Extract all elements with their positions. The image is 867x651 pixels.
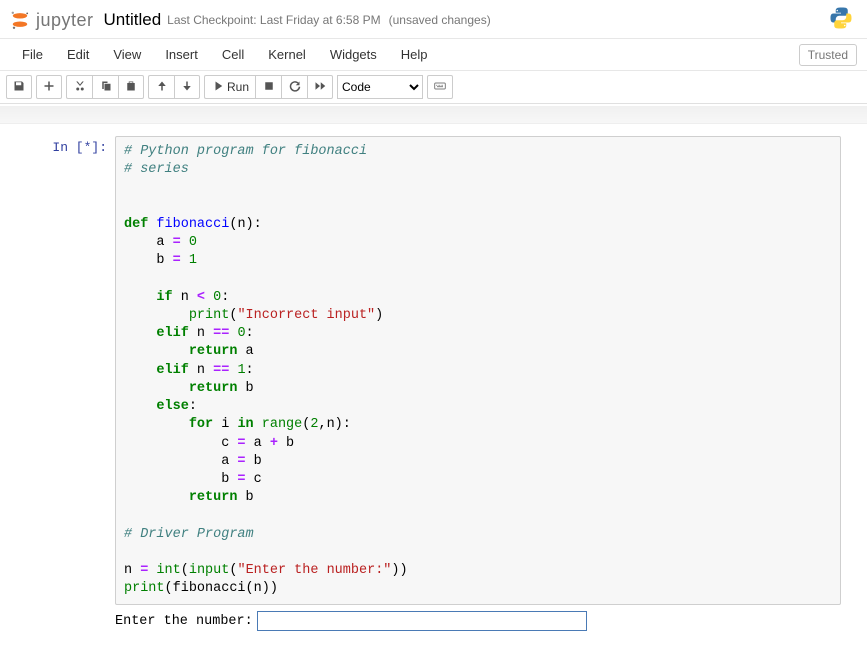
restart-kernel-button[interactable] <box>281 75 307 99</box>
cell-output-row: Enter the number: <box>0 611 867 631</box>
notebook-shadow <box>0 106 867 124</box>
interrupt-kernel-button[interactable] <box>255 75 281 99</box>
menu-help[interactable]: Help <box>389 41 440 68</box>
jupyter-logo-text: jupyter <box>36 10 94 31</box>
menu-view[interactable]: View <box>101 41 153 68</box>
python-kernel-icon[interactable] <box>829 6 853 34</box>
run-label: Run <box>227 80 249 94</box>
copy-cell-button[interactable] <box>92 75 118 99</box>
trusted-indicator[interactable]: Trusted <box>799 44 857 66</box>
plus-icon <box>43 80 55 95</box>
stdin-input[interactable] <box>257 611 587 631</box>
jupyter-icon <box>8 8 32 32</box>
notebook-container: In [*]: # Python program for fibonacci #… <box>0 124 867 651</box>
cut-cell-button[interactable] <box>66 75 92 99</box>
run-cell-button[interactable]: Run <box>204 75 255 99</box>
arrow-down-icon <box>181 80 193 95</box>
move-cell-up-button[interactable] <box>148 75 174 99</box>
menu-edit[interactable]: Edit <box>55 41 101 68</box>
menu-widgets[interactable]: Widgets <box>318 41 389 68</box>
toolbar: Run Code <box>0 71 867 104</box>
code-cell[interactable]: In [*]: # Python program for fibonacci #… <box>0 136 867 605</box>
command-palette-button[interactable] <box>427 75 453 99</box>
stdin-prompt-text: Enter the number: <box>115 614 253 629</box>
notebook-header: jupyter Untitled Last Checkpoint: Last F… <box>0 0 867 38</box>
menu-cell[interactable]: Cell <box>210 41 256 68</box>
checkpoint-status: Last Checkpoint: Last Friday at 6:58 PM <box>167 13 380 27</box>
jupyter-logo[interactable]: jupyter <box>8 8 94 32</box>
copy-icon <box>100 80 112 95</box>
restart-icon <box>289 80 301 95</box>
insert-cell-button[interactable] <box>36 75 62 99</box>
code-editor[interactable]: # Python program for fibonacci # series … <box>115 136 841 605</box>
paste-icon <box>125 80 137 95</box>
fast-forward-icon <box>314 80 326 95</box>
input-prompt: In [*]: <box>0 136 115 155</box>
menu-file[interactable]: File <box>10 41 55 68</box>
autosave-status: (unsaved changes) <box>389 13 491 27</box>
cell-type-select[interactable]: Code <box>337 75 423 99</box>
restart-run-all-button[interactable] <box>307 75 333 99</box>
paste-cell-button[interactable] <box>118 75 144 99</box>
run-icon <box>211 80 223 95</box>
cut-icon <box>74 80 86 95</box>
move-cell-down-button[interactable] <box>174 75 200 99</box>
notebook-name[interactable]: Untitled <box>104 10 162 30</box>
stop-icon <box>263 80 275 95</box>
keyboard-icon <box>434 80 446 95</box>
stdin-output: Enter the number: <box>115 611 841 631</box>
save-button[interactable] <box>6 75 32 99</box>
menu-insert[interactable]: Insert <box>153 41 210 68</box>
menubar: File Edit View Insert Cell Kernel Widget… <box>0 38 867 71</box>
save-icon <box>13 80 25 95</box>
arrow-up-icon <box>156 80 168 95</box>
menu-kernel[interactable]: Kernel <box>256 41 318 68</box>
output-prompt-spacer <box>0 611 115 631</box>
